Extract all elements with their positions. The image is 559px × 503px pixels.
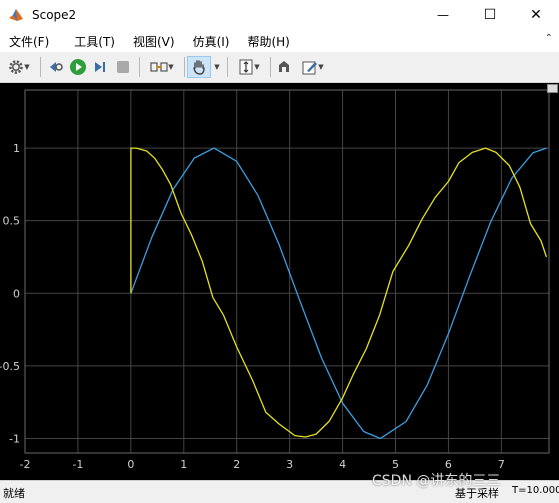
highlight-signal-button[interactable]: ▼: [145, 56, 179, 78]
scope-chart[interactable]: -2 -1 0 1 2 3 4 5 6 710.50-0.5-1: [0, 83, 559, 480]
x-tick-label: 4: [339, 458, 346, 471]
matlab-app-icon: [9, 9, 23, 21]
status-time: T=10.000: [512, 485, 559, 496]
menu-file[interactable]: 文件(F): [0, 33, 58, 50]
step-forward-icon: [95, 62, 105, 72]
dropdown-arrow-icon: ▼: [254, 63, 260, 71]
y-tick-label: 0: [13, 287, 20, 300]
run-icon: [70, 59, 86, 75]
scale-axes-button[interactable]: ▼: [232, 56, 266, 78]
step-back-button[interactable]: [46, 56, 66, 78]
y-tick-label: 0.5: [3, 215, 21, 228]
dropdown-arrow-icon: ▼: [24, 63, 30, 71]
x-tick-label: 2: [233, 458, 240, 471]
x-tick-label: 0: [127, 458, 134, 471]
y-tick-label: -0.5: [0, 360, 20, 373]
close-icon: ✕: [530, 7, 542, 23]
undock-icon[interactable]: [547, 84, 558, 93]
scope-plot-area[interactable]: -2 -1 0 1 2 3 4 5 6 7 1 0.5 0 -0.5 -1: [0, 83, 559, 480]
axes-frame: [24, 89, 550, 454]
highlight-signal-icon: [150, 62, 168, 72]
stop-icon: [117, 61, 129, 73]
toolbar-separator: [184, 57, 185, 77]
step-forward-button[interactable]: [90, 56, 110, 78]
toolbar-separator: [270, 57, 271, 77]
menu-view[interactable]: 视图(V): [124, 33, 184, 50]
menu-bar: 文件(F) 工具(T) 视图(V) 仿真(I) 帮助(H) ⌃: [0, 30, 559, 52]
toolbar: ▼ ▼ ▼ ▼ ▼: [0, 52, 559, 83]
run-button[interactable]: [68, 56, 88, 78]
dropdown-arrow-icon: ▼: [168, 63, 174, 71]
menu-tools[interactable]: 工具(T): [65, 33, 124, 50]
menu-help[interactable]: 帮助(H): [238, 33, 298, 50]
pan-icon: [193, 60, 205, 75]
toolbar-separator: [227, 57, 228, 77]
menu-simulation[interactable]: 仿真(I): [184, 33, 239, 50]
settings-icon: [9, 60, 24, 74]
y-tick-label: 1: [13, 142, 20, 155]
title-bar: Scope2 — ☐ ✕: [0, 0, 559, 30]
restore-button[interactable]: [274, 56, 294, 78]
watermark: CSDN @讲东的三三: [372, 473, 501, 489]
step-back-icon: [50, 62, 63, 72]
status-text: 就绪: [3, 487, 25, 500]
maximize-button[interactable]: ☐: [467, 0, 513, 30]
pan-dropdown-icon[interactable]: ▼: [212, 56, 222, 78]
pan-button[interactable]: [187, 56, 211, 78]
close-button[interactable]: ✕: [513, 0, 559, 30]
stop-button[interactable]: [113, 56, 133, 78]
x-tick-label: 1: [180, 458, 187, 471]
toolbar-separator: [40, 57, 41, 77]
scale-axes-icon: [239, 59, 253, 75]
y-tick-label: -1: [9, 432, 20, 445]
minimize-button[interactable]: —: [420, 0, 466, 30]
settings-button[interactable]: ▼: [4, 56, 34, 78]
edit-icon: [302, 61, 318, 75]
x-tick-label: -2: [20, 458, 31, 471]
minimize-icon: —: [437, 8, 449, 22]
toolbar-separator: [139, 57, 140, 77]
window-title: Scope2: [32, 8, 77, 22]
maximize-icon: ☐: [483, 7, 497, 23]
collapse-menu-icon[interactable]: ⌃: [545, 33, 553, 44]
x-tick-label: -1: [72, 458, 83, 471]
dropdown-arrow-icon: ▼: [318, 63, 324, 71]
x-tick-label: 3: [286, 458, 293, 471]
edit-button[interactable]: ▼: [296, 56, 330, 78]
restore-icon: [279, 61, 289, 72]
